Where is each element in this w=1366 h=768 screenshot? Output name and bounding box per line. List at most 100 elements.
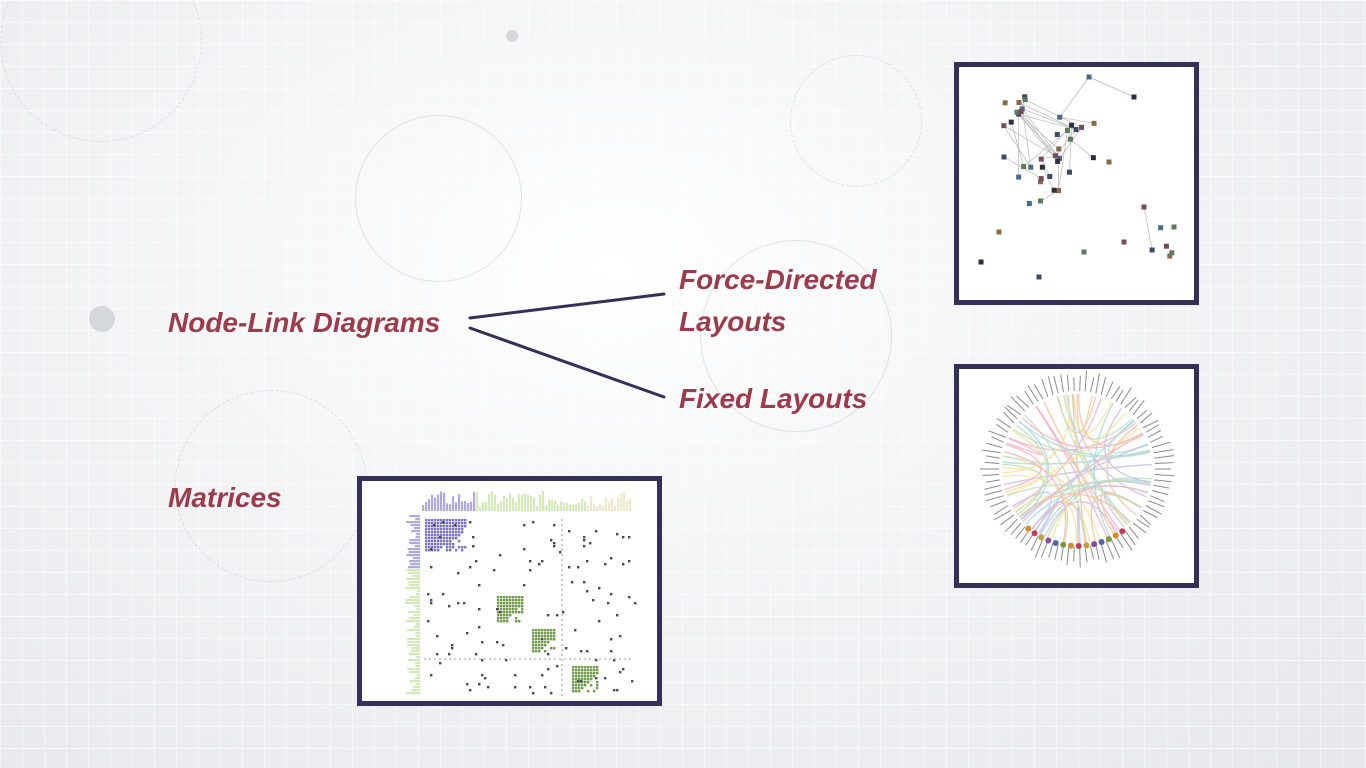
- histogram-bar: [414, 527, 420, 530]
- matrix-cell: [425, 528, 428, 531]
- histogram-bar: [461, 501, 464, 511]
- matrix-cell: [541, 632, 544, 635]
- graph-node: [1091, 120, 1097, 126]
- histogram-bar: [428, 498, 431, 511]
- matrix-cell: [538, 647, 541, 650]
- graph-node: [1090, 155, 1096, 161]
- matrix-cell: [437, 543, 440, 546]
- matrix-cell: [575, 666, 578, 669]
- histogram-bar: [485, 501, 488, 511]
- graph-node: [1016, 174, 1022, 180]
- histogram-bar: [587, 505, 590, 511]
- matrix-cell: [452, 531, 455, 534]
- ring-label-mark: [1151, 490, 1169, 496]
- ring-label-mark: [1100, 376, 1107, 395]
- matrix-cell: [452, 543, 455, 546]
- histogram-bar: [479, 506, 482, 511]
- matrix-cell: [518, 599, 521, 602]
- histogram-bar: [407, 611, 420, 614]
- matrix-cell: [572, 690, 575, 693]
- matrix-cell: [587, 666, 590, 669]
- histogram-bar: [412, 575, 420, 578]
- histogram-bar: [416, 590, 420, 593]
- matrix-cell: [458, 525, 461, 528]
- matrix-cell: [547, 653, 550, 656]
- matrix-cell: [503, 599, 506, 602]
- matrix-cell: [464, 546, 467, 549]
- matrix-cell: [535, 641, 538, 644]
- matrix-cell: [610, 650, 613, 653]
- matrix-cell: [515, 617, 518, 620]
- matrix-cell: [529, 560, 532, 563]
- matrix-cell: [428, 531, 431, 534]
- matrix-cell: [437, 522, 440, 525]
- histogram-bar: [554, 500, 557, 511]
- matrix-cell: [581, 666, 584, 669]
- ring-label-mark: [1148, 500, 1165, 508]
- matrix-cell: [521, 602, 524, 605]
- histogram-bar: [458, 494, 461, 511]
- matrix-cell: [544, 644, 547, 647]
- histogram-bar: [470, 502, 473, 511]
- ring-label-mark: [1090, 377, 1095, 393]
- ring-icon: [1025, 525, 1032, 532]
- histogram-bar: [422, 504, 425, 511]
- graph-node: [1038, 198, 1044, 204]
- matrix-cell: [553, 638, 556, 641]
- matrix-cell: [583, 539, 586, 542]
- matrix-cell: [550, 539, 553, 542]
- matrix-cell: [430, 674, 433, 677]
- matrix-cell: [512, 611, 515, 614]
- matrix-cell: [455, 531, 458, 534]
- histogram-bar: [605, 497, 608, 511]
- histogram-bar: [409, 680, 420, 683]
- histogram-bar: [409, 596, 420, 599]
- histogram-bar: [500, 501, 503, 511]
- graph-links: [1003, 76, 1153, 251]
- matrix-cell: [590, 684, 593, 687]
- graph-link: [1059, 76, 1090, 118]
- matrix-cell: [506, 602, 509, 605]
- matrix-cell: [587, 669, 590, 672]
- matrix-cell: [578, 687, 581, 690]
- matrix-cell: [593, 666, 596, 669]
- ring-label-mark: [1030, 536, 1039, 551]
- matrix-cell: [497, 602, 500, 605]
- matrix-cell: [452, 537, 455, 540]
- histogram-bar: [406, 554, 420, 557]
- histogram-bar: [608, 501, 611, 511]
- graph-node: [1149, 247, 1155, 253]
- matrix-cell: [461, 531, 464, 534]
- matrix-cell: [500, 605, 503, 608]
- matrix-cell: [578, 666, 581, 669]
- graph-nodes: [978, 74, 1177, 280]
- matrix-cell: [503, 617, 506, 620]
- matrix-row-histogram: [405, 515, 420, 695]
- ring-label-mark: [1150, 435, 1163, 443]
- matrix-cell: [428, 540, 431, 543]
- matrix-cell: [544, 650, 547, 653]
- histogram-bar: [566, 503, 569, 511]
- force-directed-label-line2: Layouts: [679, 306, 787, 337]
- matrix-cell: [515, 596, 518, 599]
- matrix-cell: [433, 524, 436, 527]
- ring-label-mark: [1066, 546, 1070, 566]
- matrix-cell: [478, 683, 481, 686]
- matrix-cell: [553, 632, 556, 635]
- ring-label-mark: [1154, 479, 1172, 483]
- ring-label-mark: [981, 449, 1001, 454]
- matrix-cell: [503, 602, 506, 605]
- histogram-bar: [551, 499, 554, 511]
- matrix-cell: [572, 678, 575, 681]
- histogram-bar: [411, 689, 420, 692]
- histogram-bar: [545, 505, 548, 511]
- ring-label-mark: [1132, 399, 1145, 416]
- fixed-layout-thumbnail: [954, 364, 1199, 588]
- matrix-cell: [521, 608, 524, 611]
- matrix-cell: [434, 546, 437, 549]
- matrix-cell: [428, 534, 431, 537]
- matrix-cell: [425, 543, 428, 546]
- histogram-bar: [440, 491, 443, 511]
- matrix-cell: [628, 536, 631, 539]
- graph-node: [1121, 239, 1127, 245]
